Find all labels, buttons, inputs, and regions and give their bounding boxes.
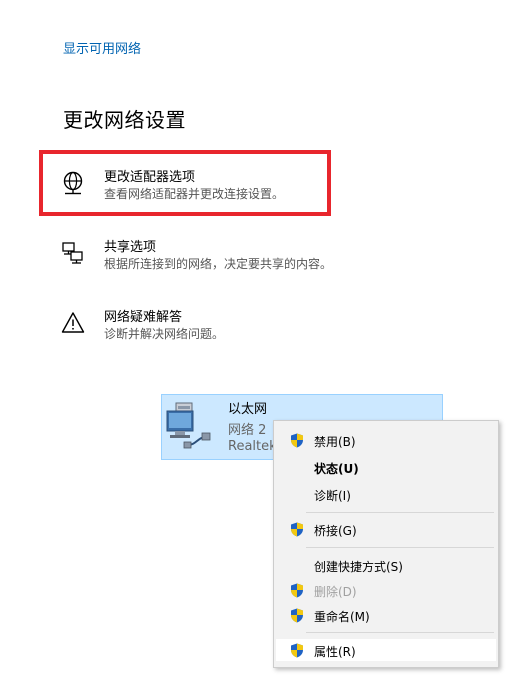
- context-menu: 禁用(B) 状态(U) 诊断(I) 桥接(G) 创建快捷方式(S) 删除(D) …: [273, 420, 499, 668]
- section-title: 更改网络设置: [63, 108, 186, 132]
- uac-shield-icon: [291, 583, 303, 598]
- adapter-network: 网络 2: [228, 423, 267, 438]
- menu-item-label: 禁用(B): [314, 435, 356, 449]
- option-description: 根据所连接到的网络，决定要共享的内容。: [104, 257, 333, 271]
- menu-item-rename[interactable]: 重命名(M): [276, 604, 496, 626]
- adapter-name: 以太网: [228, 402, 268, 417]
- uac-shield-icon: [291, 608, 303, 623]
- sharing-icon: [62, 242, 83, 264]
- menu-separator: [306, 547, 494, 548]
- ethernet-computer-icon: [166, 402, 211, 449]
- network-settings-page: 显示可用网络 更改网络设置 更改适配器选项 查看网络适配器并更改连接设置。 共享…: [0, 0, 523, 679]
- adapter-driver: Realtek: [228, 439, 277, 454]
- menu-item-bridge[interactable]: 桥接(G): [276, 518, 496, 540]
- menu-item-diagnose[interactable]: 诊断(I): [276, 483, 496, 505]
- network-troubleshooter[interactable]: 网络疑难解答 诊断并解决网络问题。: [60, 306, 350, 350]
- highlight-box: [39, 150, 331, 216]
- menu-item-properties[interactable]: 属性(R): [276, 639, 496, 661]
- menu-item-label: 桥接(G): [314, 524, 357, 538]
- uac-shield-icon: [291, 643, 303, 658]
- show-available-networks-link[interactable]: 显示可用网络: [63, 38, 141, 57]
- menu-item-label: 状态(U): [314, 462, 359, 476]
- menu-item-label: 创建快捷方式(S): [314, 560, 403, 574]
- warning-icon: [61, 312, 85, 333]
- menu-item-disable[interactable]: 禁用(B): [276, 429, 496, 451]
- option-title: 共享选项: [104, 240, 157, 255]
- option-description: 诊断并解决网络问题。: [104, 327, 225, 341]
- menu-item-status[interactable]: 状态(U): [276, 456, 496, 478]
- menu-separator: [306, 512, 494, 513]
- menu-item-label: 删除(D): [314, 585, 357, 599]
- menu-item-label: 重命名(M): [314, 610, 370, 624]
- menu-separator: [306, 632, 494, 633]
- menu-item-create-shortcut[interactable]: 创建快捷方式(S): [276, 554, 496, 576]
- uac-shield-icon: [291, 522, 303, 537]
- uac-shield-icon: [291, 433, 303, 448]
- sharing-options[interactable]: 共享选项 根据所连接到的网络，决定要共享的内容。: [60, 236, 350, 280]
- menu-item-label: 诊断(I): [314, 489, 351, 503]
- menu-item-delete[interactable]: 删除(D): [276, 579, 496, 601]
- option-title: 网络疑难解答: [104, 310, 183, 325]
- menu-item-label: 属性(R): [314, 645, 356, 659]
